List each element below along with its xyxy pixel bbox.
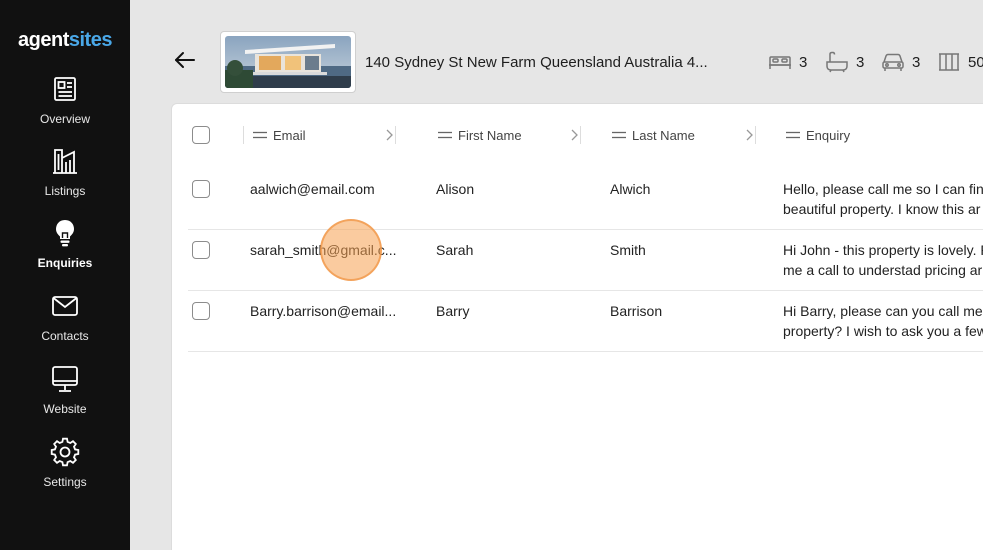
land-size-icon — [939, 53, 959, 71]
sidebar-item-contacts[interactable]: Contacts — [0, 291, 130, 353]
column-header-label: Enquiry — [806, 127, 851, 143]
drag-handle-icon[interactable] — [438, 131, 452, 139]
bedrooms-count: 3 — [799, 53, 808, 71]
row-email[interactable]: sarah_smith@gmail.c... — [250, 240, 402, 260]
row-first-name: Sarah — [436, 242, 474, 258]
row-enquiry[interactable]: Hi John - this property is lovely. P me … — [783, 240, 983, 280]
column-header-last-name[interactable]: Last Name — [612, 126, 695, 144]
drag-handle-icon[interactable] — [612, 131, 626, 139]
row-checkbox[interactable] — [192, 241, 210, 259]
gear-icon — [50, 437, 80, 467]
listings-icon — [53, 149, 77, 174]
row-enquiry-line: beautiful property. I know this ar — [783, 201, 981, 217]
monitor-icon — [52, 366, 78, 392]
chevron-right-icon[interactable] — [570, 129, 578, 141]
brand-logo-part2: sites — [68, 29, 113, 51]
column-separator — [243, 126, 244, 144]
row-checkbox[interactable] — [192, 180, 210, 198]
column-header-email[interactable]: Email — [253, 126, 306, 144]
chevron-right-icon[interactable] — [385, 129, 393, 141]
column-header-first-name[interactable]: First Name — [438, 126, 522, 144]
sidebar: agentsites Overview Listings Enquiries C… — [0, 0, 130, 550]
sidebar-item-website[interactable]: Website — [0, 364, 130, 426]
property-thumbnail[interactable] — [220, 31, 356, 93]
select-all-checkbox[interactable] — [192, 126, 210, 144]
sidebar-item-label: Listings — [44, 184, 86, 198]
column-header-label: Last Name — [632, 127, 695, 143]
row-last-name: Barrison — [610, 303, 663, 319]
column-header-label: First Name — [458, 127, 522, 143]
chevron-right-icon[interactable] — [745, 129, 753, 141]
sidebar-item-label: Overview — [39, 112, 90, 126]
row-email[interactable]: Barry.barrison@email... — [250, 301, 402, 321]
row-checkbox[interactable] — [192, 302, 210, 320]
bathrooms-count: 3 — [856, 53, 865, 71]
land-size-stat: 50 — [937, 51, 983, 73]
column-header-label: Email — [273, 127, 306, 143]
row-enquiry[interactable]: Hi Barry, please can you call me propert… — [783, 301, 983, 341]
property-address: 140 Sydney St New Farm Queensland Austra… — [365, 54, 708, 71]
drag-handle-icon[interactable] — [786, 131, 800, 139]
row-divider — [188, 290, 983, 291]
drag-handle-icon[interactable] — [253, 131, 267, 139]
brand-logo: agentsites — [0, 30, 130, 50]
row-email[interactable]: aalwich@email.com — [250, 179, 402, 199]
row-first-name: Alison — [436, 181, 475, 197]
back-arrow-icon[interactable] — [173, 48, 197, 72]
sidebar-item-label: Settings — [43, 475, 87, 489]
envelope-icon — [52, 296, 78, 316]
row-enquiry-line: Hi Barry, please can you call me — [783, 303, 983, 319]
brand-logo-part1: agent — [18, 29, 69, 51]
sidebar-item-label: Enquiries — [37, 256, 93, 270]
row-last-name: Alwich — [610, 181, 651, 197]
row-divider — [188, 351, 983, 352]
bed-icon — [769, 56, 791, 69]
car-spaces-stat: 3 — [881, 51, 920, 73]
row-enquiry-line: Hi John - this property is lovely. P — [783, 242, 983, 258]
bathtub-icon — [826, 51, 848, 73]
row-enquiry-line: property? I wish to ask you a few — [783, 323, 983, 339]
sidebar-item-enquiries[interactable]: Enquiries — [0, 218, 130, 280]
sidebar-item-overview[interactable]: Overview — [0, 74, 130, 136]
lightbulb-icon — [56, 220, 74, 247]
sidebar-item-label: Contacts — [41, 329, 89, 343]
row-enquiry-line: Hello, please call me so I can fin — [783, 181, 983, 197]
sidebar-item-label: Website — [43, 402, 87, 416]
sidebar-item-settings[interactable]: Settings — [0, 437, 130, 499]
bedrooms-stat: 3 — [768, 51, 807, 73]
car-spaces-count: 3 — [912, 53, 921, 71]
row-divider — [188, 229, 983, 230]
car-icon — [882, 53, 904, 71]
property-photo — [225, 36, 351, 88]
row-first-name: Barry — [436, 303, 470, 319]
row-enquiry-line: me a call to understad pricing ar — [783, 262, 983, 278]
sidebar-item-listings[interactable]: Listings — [0, 146, 130, 208]
bathrooms-stat: 3 — [825, 51, 864, 73]
column-separator — [395, 126, 396, 144]
row-enquiry[interactable]: Hello, please call me so I can fin beaut… — [783, 179, 983, 219]
land-size-value: 50 — [968, 53, 983, 71]
row-last-name: Smith — [610, 242, 646, 258]
column-header-enquiry[interactable]: Enquiry — [786, 126, 850, 144]
overview-icon — [54, 77, 76, 101]
column-separator — [755, 126, 756, 144]
column-separator — [580, 126, 581, 144]
